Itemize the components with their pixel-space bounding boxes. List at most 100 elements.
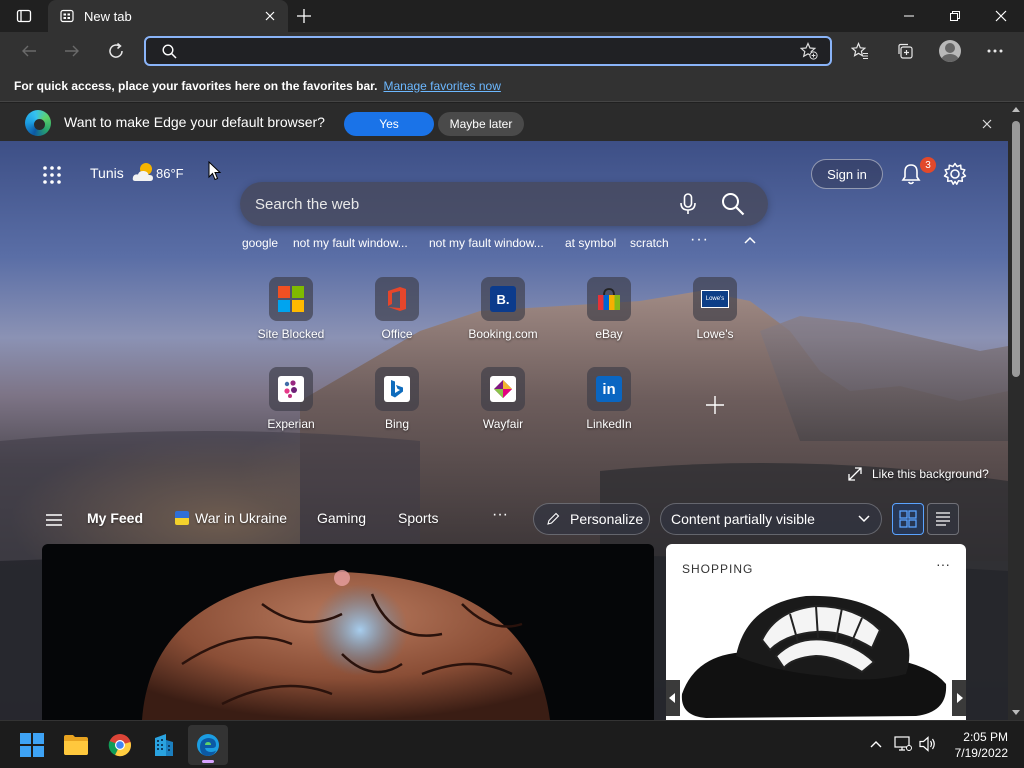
microphone-icon[interactable] [676,192,700,216]
quick-link-site-blocked[interactable]: Site Blocked [246,277,336,341]
scroll-down-arrow-icon[interactable] [1011,707,1021,717]
arrow-right-icon [65,45,79,57]
feed-tab-gaming[interactable]: Gaming [317,510,366,526]
settings-and-more-button[interactable] [980,36,1010,66]
new-tab-button[interactable] [292,4,316,28]
quick-link-linkedin[interactable]: in LinkedIn [564,367,654,431]
quick-link-ebay[interactable]: eBay [564,277,654,341]
quick-link-lowes[interactable]: Lowe's Lowe's [670,277,760,341]
profile-button[interactable] [935,36,965,66]
ukraine-flag-icon [175,511,189,525]
expand-icon [848,467,862,481]
minimize-button[interactable] [886,0,932,32]
suggestion-item[interactable]: not my fault window... [429,236,544,250]
partly-sunny-icon[interactable] [132,161,156,183]
feed-card-main[interactable] [42,544,654,720]
content-visibility-dropdown[interactable]: Content partially visible [660,503,882,535]
experian-tile [278,376,304,402]
edge-icon [197,734,219,756]
quick-link-bing[interactable]: Bing [352,367,442,431]
quick-link-booking[interactable]: B. Booking.com [458,277,548,341]
wayfair-icon [494,380,512,398]
building-icon [155,734,173,756]
list-layout-button[interactable] [927,503,959,535]
tab-new-tab[interactable]: New tab [48,0,288,32]
suggestion-item[interactable]: scratch [630,236,669,250]
favorites-button[interactable] [845,36,875,66]
carousel-next-button[interactable] [952,680,966,716]
default-bar-close-button[interactable] [978,115,996,133]
manage-favorites-link[interactable]: Manage favorites now [383,79,500,93]
title-bar: New tab [0,0,1024,32]
add-favorite-icon[interactable] [800,42,818,60]
feed-tab-war-in-ukraine[interactable]: War in Ukraine [175,510,287,526]
search-icon[interactable] [720,191,746,217]
carousel-prev-button[interactable] [666,680,680,716]
quick-link-wayfair[interactable]: Wayfair [458,367,548,431]
suggestion-item[interactable]: at symbol [565,236,616,250]
web-search-box[interactable] [240,182,768,226]
feed-tab-my-feed[interactable]: My Feed [87,510,143,526]
file-explorer-button[interactable] [56,725,96,765]
web-search-input[interactable] [255,193,655,215]
office-icon [388,287,406,311]
window-close-button[interactable] [978,0,1024,32]
address-bar[interactable] [144,36,832,66]
suggestion-item[interactable]: google [242,236,278,250]
feed-tab-sports[interactable]: Sports [398,510,438,526]
bing-tile [384,376,410,402]
sign-in-button[interactable]: Sign in [811,159,883,189]
quick-link-label: LinkedIn [586,417,632,431]
personalize-button[interactable]: Personalize [533,503,650,535]
favorites-bar-message: For quick access, place your favorites h… [14,78,378,93]
quick-link-tile [587,277,631,321]
system-clock[interactable]: 2:05 PM 7/19/2022 [948,729,1008,761]
forward-button[interactable] [57,37,87,65]
quick-link-label: Booking.com [468,327,538,341]
tab-title: New tab [84,8,132,24]
page-scrollbar[interactable] [1008,103,1024,720]
browser-toolbar [0,32,1024,70]
weather-city[interactable]: Tunis [90,165,124,181]
tab-close-button[interactable] [258,4,282,28]
tab-actions-button[interactable] [10,6,38,26]
building-app-button[interactable] [144,725,184,765]
quick-link-tile: in [587,367,631,411]
network-button[interactable] [892,733,914,755]
edge-taskbar-button[interactable] [188,725,228,765]
add-quick-link-icon[interactable] [703,393,727,417]
active-app-indicator [202,760,214,763]
windows-logo-icon [20,733,44,757]
grid-layout-button[interactable] [892,503,924,535]
suggestion-item[interactable]: not my fault window... [293,236,408,250]
chevron-up-icon[interactable] [743,234,757,246]
quick-link-office[interactable]: Office [352,277,442,341]
chrome-button[interactable] [100,725,140,765]
address-input[interactable] [185,43,800,59]
gear-icon[interactable] [942,161,968,187]
volume-button[interactable] [917,733,939,755]
show-hidden-icons-button[interactable] [865,733,887,755]
back-button[interactable] [14,37,44,65]
quick-link-tile [375,367,419,411]
restore-button[interactable] [932,0,978,32]
weather-temperature[interactable]: 86°F [156,166,184,181]
quick-link-label: Site Blocked [257,327,325,341]
refresh-button[interactable] [101,37,131,65]
start-button[interactable] [12,725,52,765]
avatar [939,40,961,62]
more-suggestions-button[interactable]: ··· [690,231,709,249]
scroll-up-arrow-icon[interactable] [1011,105,1021,115]
quick-link-tile [375,277,419,321]
quick-link-experian[interactable]: Experian [246,367,336,431]
collections-button[interactable] [890,36,920,66]
feed-more-button[interactable]: ··· [492,506,508,524]
shopping-card[interactable]: SHOPPING ··· [666,544,966,720]
hamburger-menu-icon[interactable] [44,512,64,528]
maybe-later-button[interactable]: Maybe later [438,112,524,136]
scrollbar-thumb[interactable] [1012,121,1020,377]
like-background-link[interactable]: Like this background? [848,467,989,481]
apps-launcher-button[interactable] [40,163,64,187]
collections-icon [898,43,913,59]
default-yes-button[interactable]: Yes [344,112,434,136]
